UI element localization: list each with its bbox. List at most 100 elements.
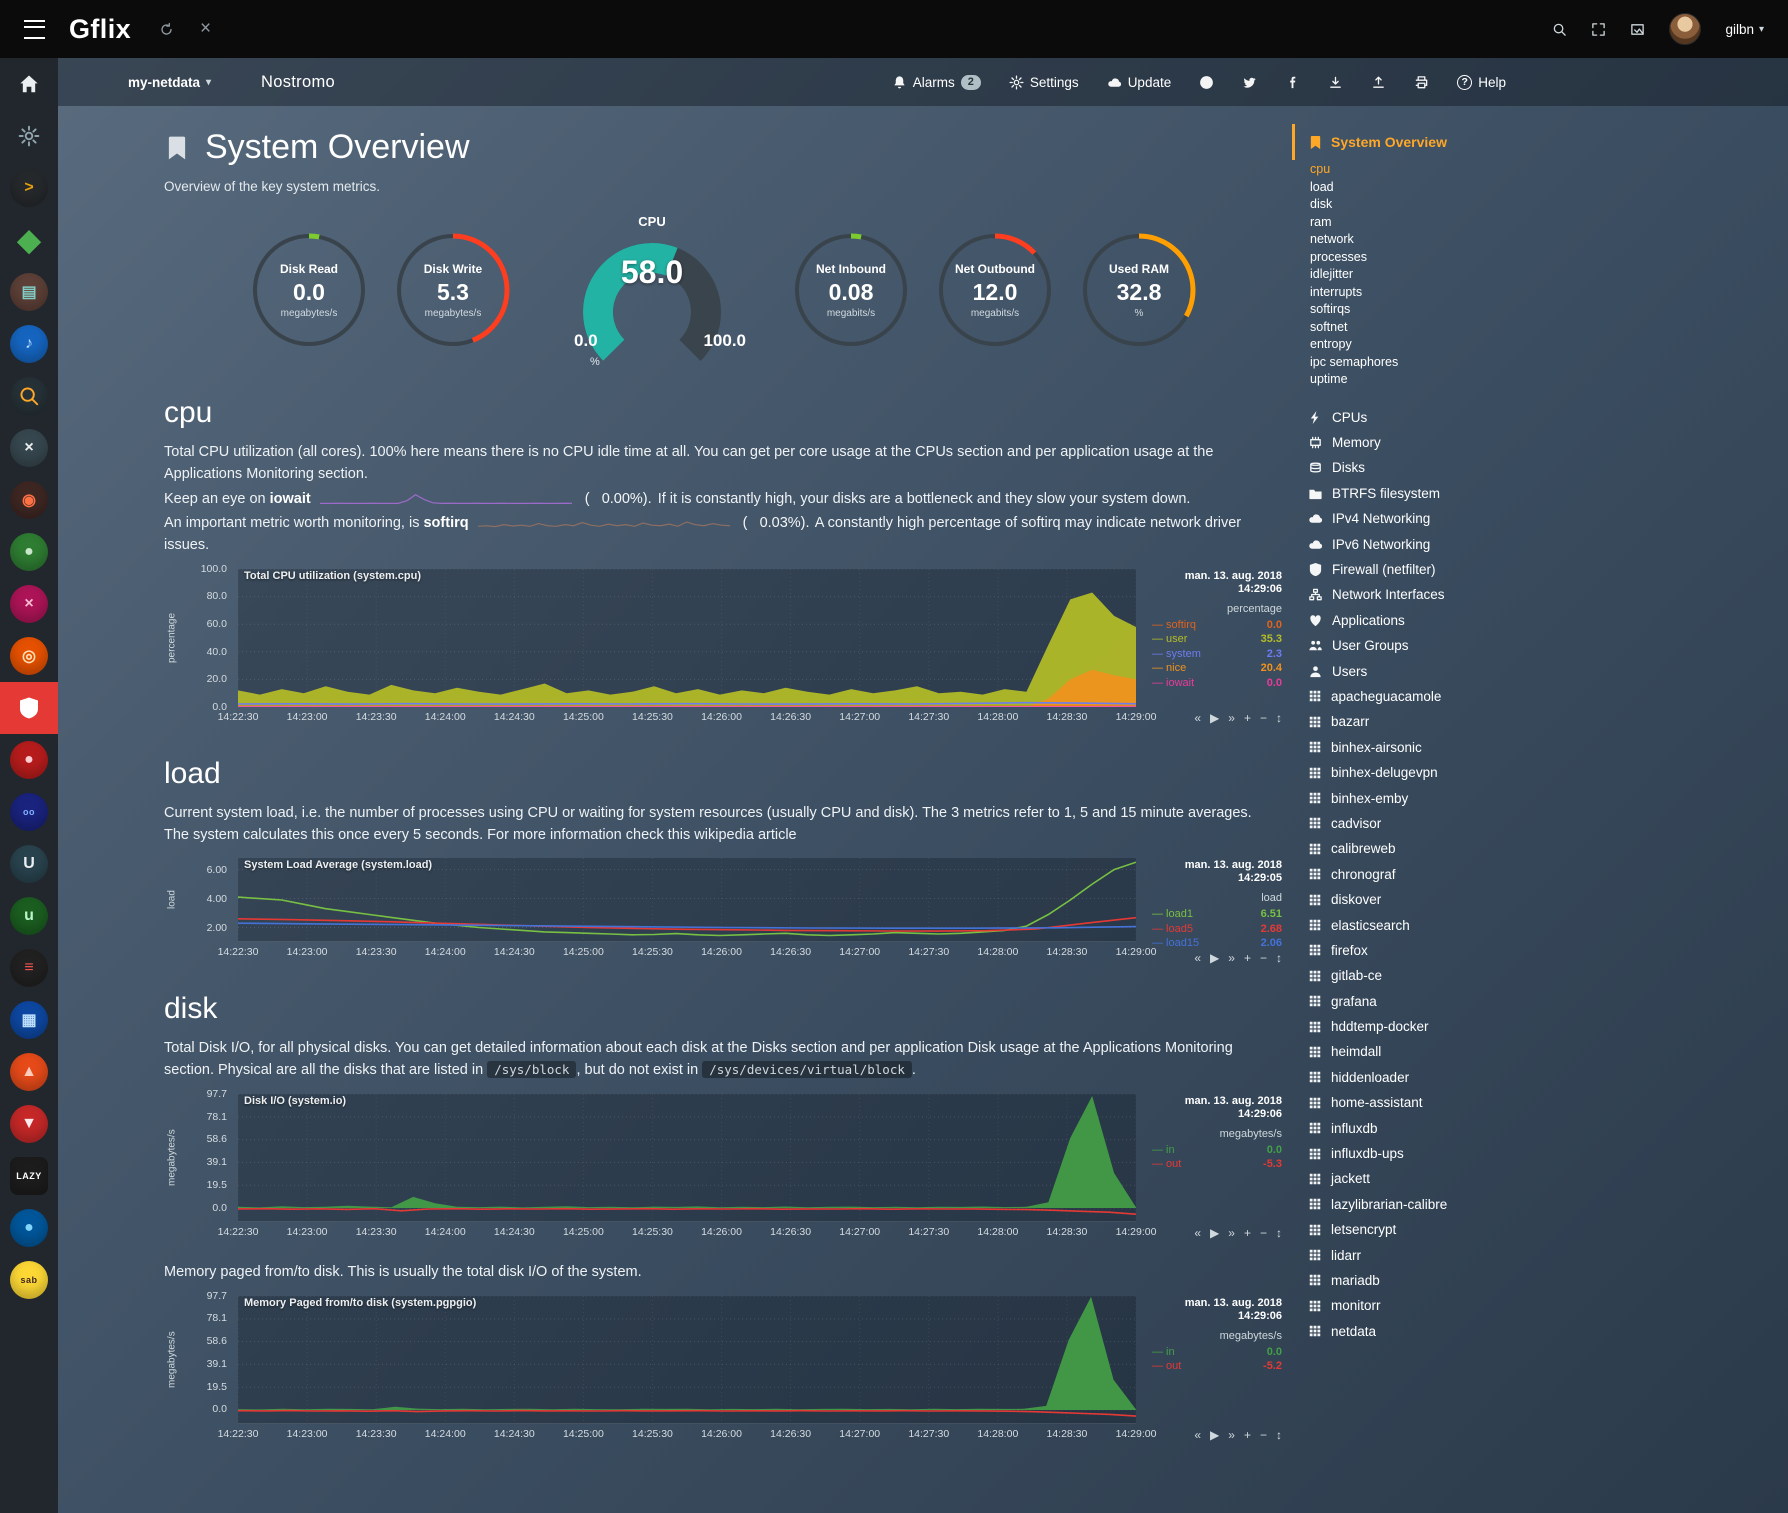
- server-dropdown[interactable]: my-netdata ▾: [128, 75, 211, 90]
- calibre-web-shortcut[interactable]: ▤: [0, 266, 58, 318]
- plex-shortcut[interactable]: >: [0, 162, 58, 214]
- nav-app-binhex-airsonic[interactable]: binhex-airsonic: [1308, 735, 1560, 760]
- app-13-shortcut[interactable]: ●: [0, 734, 58, 786]
- app-16-shortcut[interactable]: u: [0, 890, 58, 942]
- legend-item-iowait[interactable]: — iowait0.0: [1152, 676, 1282, 691]
- chart-plot-area[interactable]: System Load Average (system.load): [238, 858, 1136, 942]
- home-shortcut[interactable]: [0, 58, 58, 110]
- nav-app-hiddenloader[interactable]: hiddenloader: [1308, 1065, 1560, 1090]
- nav-item-load[interactable]: load: [1310, 179, 1560, 197]
- app-20-shortcut[interactable]: ▼: [0, 1098, 58, 1150]
- lazylibrarian-shortcut[interactable]: LAZY: [0, 1150, 58, 1202]
- nav-app-netdata[interactable]: netdata: [1308, 1319, 1560, 1344]
- nav-app-monitorr[interactable]: monitorr: [1308, 1293, 1560, 1318]
- zoom-out-button[interactable]: −: [1260, 1226, 1267, 1240]
- nav-app-lazylibrarian-calibre[interactable]: lazylibrarian-calibre: [1308, 1192, 1560, 1217]
- zoom-in-button[interactable]: +: [1244, 1428, 1251, 1442]
- nav-app-binhex-emby[interactable]: binhex-emby: [1308, 785, 1560, 810]
- netdata-shortcut[interactable]: [0, 682, 58, 734]
- resize-handle[interactable]: ↕: [1276, 1226, 1282, 1240]
- nav-item-cpu[interactable]: cpu: [1310, 161, 1560, 179]
- avatar[interactable]: [1669, 13, 1701, 45]
- nav-app-mariadb[interactable]: mariadb: [1308, 1268, 1560, 1293]
- pan-forward-button[interactable]: »: [1228, 1226, 1235, 1240]
- nav-section-ipv4-networking[interactable]: IPv4 Networking: [1308, 506, 1560, 531]
- legend-item-system[interactable]: — system2.3: [1152, 647, 1282, 662]
- nav-app-apacheguacamole[interactable]: apacheguacamole: [1308, 684, 1560, 709]
- nav-section-btrfs-filesystem[interactable]: BTRFS filesystem: [1308, 481, 1560, 506]
- pan-forward-button[interactable]: »: [1228, 951, 1235, 965]
- nav-item-softirqs[interactable]: softirqs: [1310, 301, 1560, 319]
- nav-app-diskover[interactable]: diskover: [1308, 887, 1560, 912]
- chart-plot-area[interactable]: Total CPU utilization (system.cpu): [238, 569, 1136, 707]
- nav-app-gitlab-ce[interactable]: gitlab-ce: [1308, 963, 1560, 988]
- legend-item-nice[interactable]: — nice20.4: [1152, 661, 1282, 676]
- play-button[interactable]: ▶: [1210, 1428, 1219, 1442]
- twitter-icon[interactable]: [1242, 75, 1257, 90]
- nav-app-home-assistant[interactable]: home-assistant: [1308, 1090, 1560, 1115]
- nav-section-network-interfaces[interactable]: Network Interfaces: [1308, 582, 1560, 607]
- disk-io-chart[interactable]: megabytes/s97.778.158.639.119.50.0Disk I…: [164, 1094, 1284, 1242]
- github-icon[interactable]: [1199, 75, 1214, 90]
- nav-item-entropy[interactable]: entropy: [1310, 336, 1560, 354]
- nav-section-firewall-netfilter-[interactable]: Firewall (netfilter): [1308, 557, 1560, 582]
- pan-forward-button[interactable]: »: [1228, 1428, 1235, 1442]
- play-button[interactable]: ▶: [1210, 1226, 1219, 1240]
- net-outbound-gauge[interactable]: Net Outbound12.0megabits/s: [936, 231, 1054, 349]
- legend-item-user[interactable]: — user35.3: [1152, 632, 1282, 647]
- pan-backward-button[interactable]: «: [1194, 1428, 1201, 1442]
- nav-item-processes[interactable]: processes: [1310, 249, 1560, 267]
- settings-shortcut[interactable]: [0, 110, 58, 162]
- nav-section-disks[interactable]: Disks: [1308, 455, 1560, 480]
- zoom-in-button[interactable]: +: [1244, 951, 1251, 965]
- legend-item-in[interactable]: — in0.0: [1152, 1143, 1282, 1158]
- ubooquity-shortcut[interactable]: ◎: [0, 630, 58, 682]
- nav-app-jackett[interactable]: jackett: [1308, 1166, 1560, 1191]
- legend-item-load5[interactable]: — load52.68: [1152, 922, 1282, 937]
- download-icon[interactable]: [1328, 75, 1343, 90]
- resize-handle[interactable]: ↕: [1276, 1428, 1282, 1442]
- nav-app-grafana[interactable]: grafana: [1308, 988, 1560, 1013]
- nav-item-idlejitter[interactable]: idlejitter: [1310, 266, 1560, 284]
- settings-button[interactable]: Settings: [1009, 75, 1079, 90]
- nav-section-users[interactable]: Users: [1308, 658, 1560, 683]
- update-button[interactable]: Update: [1107, 75, 1172, 90]
- user-menu[interactable]: gilbn ▾: [1725, 22, 1764, 37]
- nav-app-influxdb[interactable]: influxdb: [1308, 1115, 1560, 1140]
- nav-item-softnet[interactable]: softnet: [1310, 319, 1560, 337]
- facebook-icon[interactable]: [1285, 75, 1300, 90]
- resize-handle[interactable]: ↕: [1276, 951, 1282, 965]
- nav-app-elasticsearch[interactable]: elasticsearch: [1308, 912, 1560, 937]
- resize-handle[interactable]: ↕: [1276, 711, 1282, 725]
- play-button[interactable]: ▶: [1210, 951, 1219, 965]
- nav-app-calibreweb[interactable]: calibreweb: [1308, 836, 1560, 861]
- screenshot-icon[interactable]: [1630, 22, 1645, 37]
- nav-app-binhex-delugevpn[interactable]: binhex-delugevpn: [1308, 760, 1560, 785]
- zoom-out-button[interactable]: −: [1260, 951, 1267, 965]
- nav-item-uptime[interactable]: uptime: [1310, 371, 1560, 389]
- nav-section-applications[interactable]: Applications: [1308, 608, 1560, 633]
- nav-app-firefox[interactable]: firefox: [1308, 938, 1560, 963]
- app-10-shortcut[interactable]: ×: [0, 578, 58, 630]
- nav-app-letsencrypt[interactable]: letsencrypt: [1308, 1217, 1560, 1242]
- nav-item-ipc-semaphores[interactable]: ipc semaphores: [1310, 354, 1560, 372]
- legend-item-in[interactable]: — in0.0: [1152, 1345, 1282, 1360]
- nav-section-cpus[interactable]: CPUs: [1308, 405, 1560, 430]
- unifi-shortcut[interactable]: U: [0, 838, 58, 890]
- app-9-shortcut[interactable]: ●: [0, 526, 58, 578]
- chart-plot-area[interactable]: Memory Paged from/to disk (system.pgpgio…: [238, 1296, 1136, 1424]
- flood-shortcut[interactable]: ▦: [0, 994, 58, 1046]
- refresh-icon[interactable]: [159, 22, 174, 37]
- cpu-gauge[interactable]: CPU58.00.0100.0%: [546, 214, 758, 366]
- app-17-shortcut[interactable]: ≡: [0, 942, 58, 994]
- pan-forward-button[interactable]: »: [1228, 711, 1235, 725]
- play-button[interactable]: ▶: [1210, 711, 1219, 725]
- nav-app-bazarr[interactable]: bazarr: [1308, 709, 1560, 734]
- pan-backward-button[interactable]: «: [1194, 951, 1201, 965]
- legend-item-out[interactable]: — out-5.2: [1152, 1359, 1282, 1374]
- airsonic-shortcut[interactable]: ♪: [0, 318, 58, 370]
- load-chart[interactable]: load6.004.002.00System Load Average (sys…: [164, 858, 1284, 962]
- pan-backward-button[interactable]: «: [1194, 1226, 1201, 1240]
- emby-shortcut[interactable]: ◆: [0, 214, 58, 266]
- nav-app-cadvisor[interactable]: cadvisor: [1308, 811, 1560, 836]
